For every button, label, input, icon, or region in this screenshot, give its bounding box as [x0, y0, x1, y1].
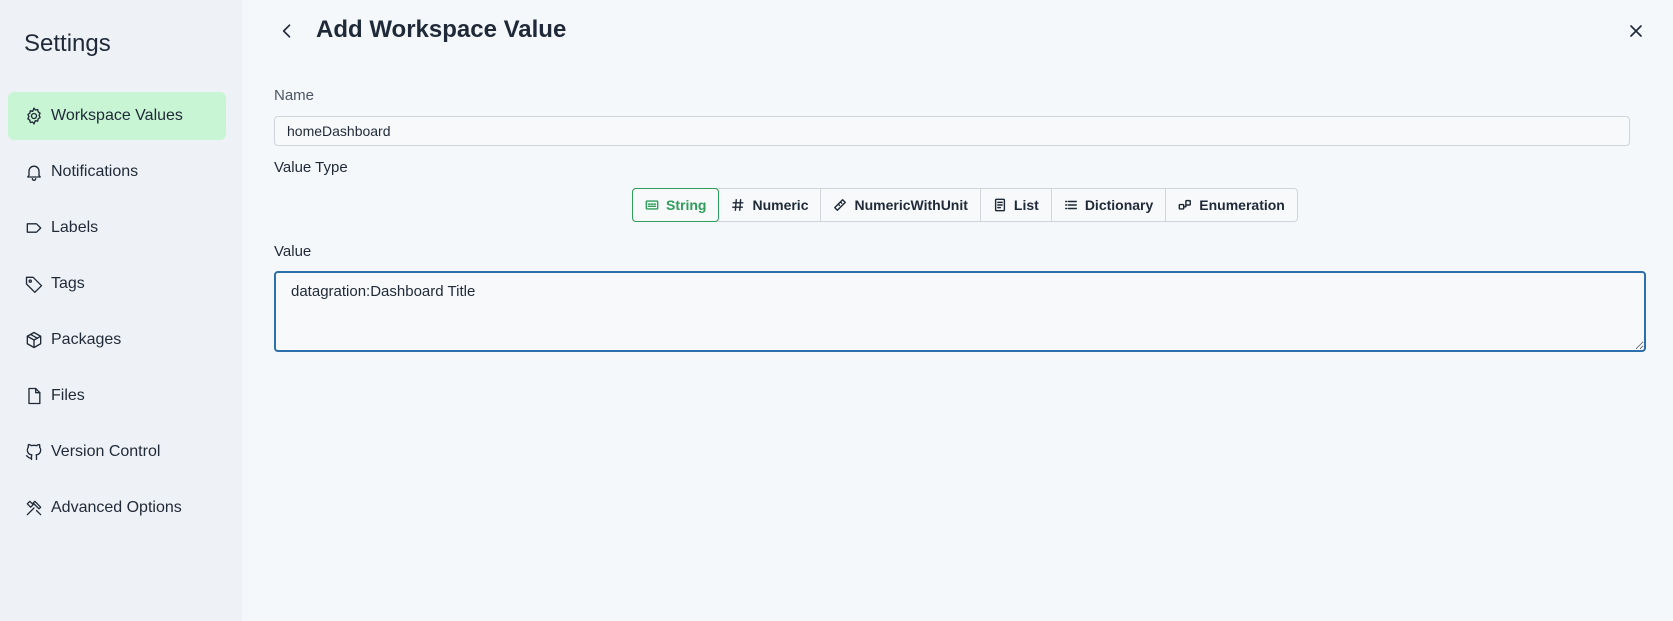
sidebar-item-tags[interactable]: Tags: [8, 260, 226, 308]
hash-icon: [731, 198, 745, 212]
value-type-label-text: List: [1013, 197, 1039, 213]
sidebar-item-files[interactable]: Files: [8, 372, 226, 420]
close-button[interactable]: [1623, 18, 1649, 44]
sidebar-item-label: Workspace Values: [51, 107, 183, 124]
value-label: Value: [274, 243, 312, 260]
value-type-string[interactable]: String: [632, 188, 720, 222]
bell-icon: [24, 162, 44, 182]
tools-icon: [24, 498, 44, 518]
sidebar: Settings Workspace Values Notifications …: [0, 0, 242, 621]
github-icon: [24, 442, 44, 462]
sidebar-item-advanced-options[interactable]: Advanced Options: [8, 484, 226, 532]
value-type-label-text: Enumeration: [1199, 197, 1285, 213]
enumeration-icon: [1178, 198, 1192, 212]
package-icon: [24, 330, 44, 350]
value-type-dictionary[interactable]: Dictionary: [1052, 189, 1167, 221]
gear-icon: [24, 106, 44, 126]
value-type-enumeration[interactable]: Enumeration: [1166, 189, 1297, 221]
value-textarea[interactable]: datagration:Dashboard Title: [274, 271, 1646, 352]
value-type-selector: String Numeric NumericWithUnit List Dict…: [632, 188, 1298, 222]
file-icon: [24, 386, 44, 406]
value-type-label: Value Type: [274, 159, 348, 176]
sidebar-item-notifications[interactable]: Notifications: [8, 148, 226, 196]
value-type-label-text: NumericWithUnit: [854, 197, 968, 213]
tag-icon: [24, 274, 44, 294]
sidebar-nav: Workspace Values Notifications Labels Ta…: [8, 92, 226, 540]
label-icon: [24, 218, 44, 238]
name-label: Name: [274, 87, 315, 104]
sidebar-item-labels[interactable]: Labels: [8, 204, 226, 252]
chevron-left-icon: [282, 24, 291, 38]
sidebar-item-label: Tags: [51, 275, 85, 292]
value-type-label-text: String: [666, 197, 707, 213]
close-icon: [1630, 25, 1642, 37]
value-type-numeric[interactable]: Numeric: [719, 189, 822, 221]
string-icon: [645, 198, 659, 212]
sidebar-item-packages[interactable]: Packages: [8, 316, 226, 364]
list-doc-icon: [993, 198, 1007, 212]
main-panel: Add Workspace Value Name Value Type Stri…: [242, 0, 1673, 621]
name-input[interactable]: [274, 116, 1630, 146]
sidebar-item-label: Labels: [51, 219, 99, 236]
value-type-numeric-with-unit[interactable]: NumericWithUnit: [821, 189, 981, 221]
list-icon: [1064, 198, 1078, 212]
sidebar-item-version-control[interactable]: Version Control: [8, 428, 226, 476]
value-type-list[interactable]: List: [981, 189, 1052, 221]
sidebar-title: Settings: [24, 30, 111, 57]
sidebar-item-label: Packages: [51, 331, 122, 348]
ruler-icon: [833, 198, 847, 212]
sidebar-item-label: Files: [51, 387, 85, 404]
sidebar-item-label: Notifications: [51, 163, 139, 180]
sidebar-item-workspace-values[interactable]: Workspace Values: [8, 92, 226, 140]
sidebar-item-label: Version Control: [51, 443, 161, 460]
back-button[interactable]: [274, 18, 300, 44]
value-type-label-text: Dictionary: [1084, 197, 1154, 213]
page-title: Add Workspace Value: [316, 16, 567, 43]
sidebar-item-label: Advanced Options: [51, 499, 182, 516]
value-type-label-text: Numeric: [752, 197, 809, 213]
